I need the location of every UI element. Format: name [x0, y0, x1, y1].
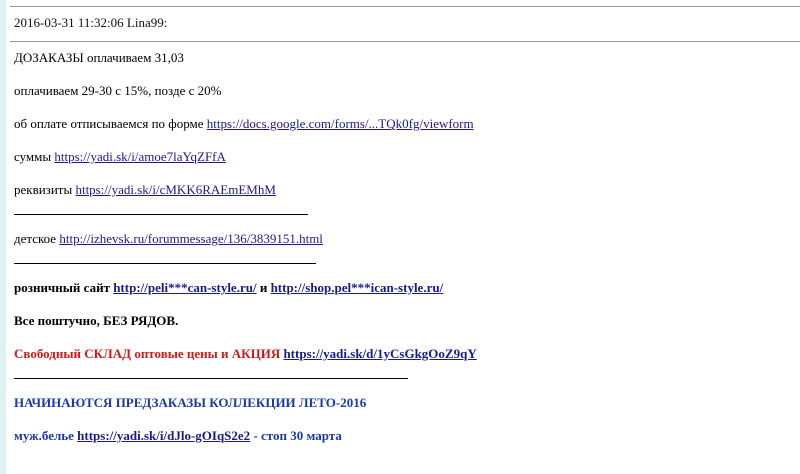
- requisites-link[interactable]: https://yadi.sk/i/cMKK6RAEmEMhM: [75, 182, 275, 197]
- sums-link[interactable]: https://yadi.sk/i/amoe7laYqZFfA: [54, 149, 226, 164]
- post-header: 2016-03-31 11:32:06 Lina99:: [14, 15, 168, 30]
- free-stock-text: Свободный СКЛАД оптовые цены и АКЦИЯ: [14, 346, 281, 361]
- post-line-11: муж.белье https://yadi.sk/i/dJlo-gOIqS2e…: [14, 427, 790, 445]
- separator-line-2: [14, 249, 316, 264]
- separator-line-1: [14, 200, 308, 215]
- kids-forum-link[interactable]: http://izhevsk.ru/forummessage/136/38391…: [59, 231, 323, 246]
- underwear-link[interactable]: https://yadi.sk/i/dJlo-gOIqS2e2: [77, 428, 250, 443]
- post-line-9: Свободный СКЛАД оптовые цены и АКЦИЯ htt…: [14, 345, 790, 363]
- post-line-10: НАЧИНАЮТСЯ ПРЕДЗАКАЗЫ КОЛЛЕКЦИИ ЛЕТО-201…: [14, 395, 367, 410]
- stock-link[interactable]: https://yadi.sk/d/1yCsGkgOoZ9qY: [283, 346, 476, 361]
- post-line-6: детское http://izhevsk.ru/forummessage/1…: [14, 230, 790, 248]
- post-line-3: об оплате отписываемся по форме https://…: [14, 115, 790, 133]
- left-edge-strip: [0, 0, 6, 474]
- retail-site-link[interactable]: http://peli***can-style.ru/: [113, 280, 256, 295]
- google-form-link[interactable]: https://docs.google.com/forms/...TQk0fg/…: [207, 116, 474, 131]
- post-line-7-and: и: [256, 280, 271, 295]
- header-divider: [10, 41, 800, 42]
- post-line-7-text: розничный сайт: [14, 280, 114, 295]
- post-line-8: Все поштучно, БЕЗ РЯДОВ.: [14, 313, 179, 328]
- post-line-3-text: об оплате отписываемся по форме: [14, 116, 207, 131]
- post-line-5-text: реквизиты: [14, 182, 76, 197]
- post-line-4-text: суммы: [14, 149, 55, 164]
- post-line-11-text: муж.белье: [14, 428, 78, 443]
- post-body: ДОЗАКАЗЫ оплачиваем 31,03 оплачиваем 29-…: [14, 49, 790, 460]
- post-line-4: суммы https://yadi.sk/i/amoe7laYqZFfA: [14, 148, 790, 166]
- separator-line-3: [14, 364, 408, 379]
- post-line-2: оплачиваем 29-30 с 15%, позде с 20%: [14, 83, 222, 98]
- post-line-1: ДОЗАКАЗЫ оплачиваем 31,03: [14, 50, 184, 65]
- post-line-5: реквизиты https://yadi.sk/i/cMKK6RAEmEMh…: [14, 181, 790, 199]
- post-line-7: розничный сайт http://peli***can-style.r…: [14, 279, 790, 297]
- shop-site-link[interactable]: http://shop.pel***ican-style.ru/: [271, 280, 444, 295]
- post-line-11-tail: - стоп 30 марта: [250, 428, 342, 443]
- post-line-6-text: детское: [14, 231, 60, 246]
- top-divider: [10, 6, 800, 7]
